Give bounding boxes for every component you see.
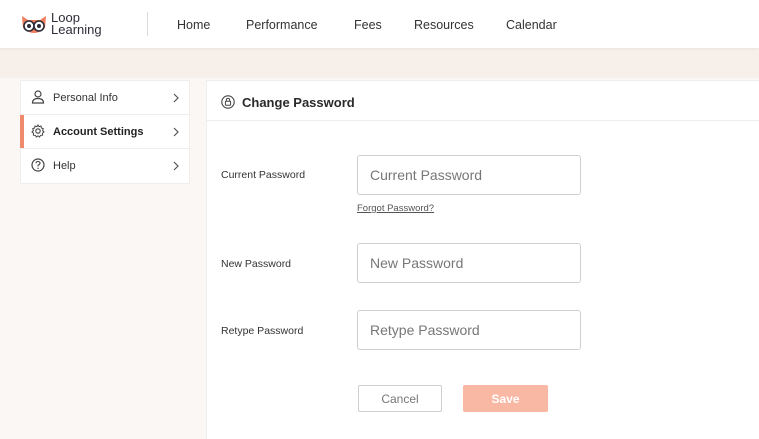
user-icon [31,90,45,104]
current-password-input[interactable] [357,155,581,195]
nav-divider [147,12,148,36]
chevron-right-icon [173,93,179,103]
logo-line-2: Learning [51,22,102,37]
sidebar-item-label: Help [53,160,76,172]
cancel-button[interactable]: Cancel [358,385,442,412]
nav-item-fees[interactable]: Fees [354,18,382,32]
sidebar-item-label: Account Settings [53,126,144,138]
sidebar-item-help[interactable]: Help [21,149,191,183]
panel-header: Change Password [207,81,759,121]
sidebar-item-personal-info[interactable]: Personal Info [21,81,191,115]
sidebar-item-label: Personal Info [53,92,118,104]
logo[interactable]: Loop Learning [21,10,121,40]
page-title: Change Password [242,95,355,110]
change-password-panel: Change Password Current Password Forgot … [206,80,759,439]
nav-item-home[interactable]: Home [177,18,210,32]
forgot-password-link[interactable]: Forgot Password? [357,203,434,214]
retype-password-label: Retype Password [221,325,304,337]
owl-logo-icon [22,16,46,33]
sidebar-item-account-settings[interactable]: Account Settings [20,115,191,149]
chevron-right-icon [173,161,179,171]
lock-icon [221,95,235,109]
new-password-label: New Password [221,258,292,270]
help-icon [31,158,45,172]
nav-item-resources[interactable]: Resources [414,18,474,32]
nav-item-performance[interactable]: Performance [246,18,318,32]
gear-icon [31,124,45,138]
top-navbar: Loop Learning Home Performance Fees Reso… [0,0,759,48]
settings-sidebar: Personal Info Account Settings Help [20,80,191,184]
current-password-label: Current Password [221,169,306,181]
logo-text: Loop Learning [51,11,102,37]
nav-item-calendar[interactable]: Calendar [506,18,557,32]
header-strip [0,48,759,78]
new-password-input[interactable] [357,243,581,283]
retype-password-input[interactable] [357,310,581,350]
chevron-right-icon [173,127,179,137]
save-button[interactable]: Save [463,385,548,412]
